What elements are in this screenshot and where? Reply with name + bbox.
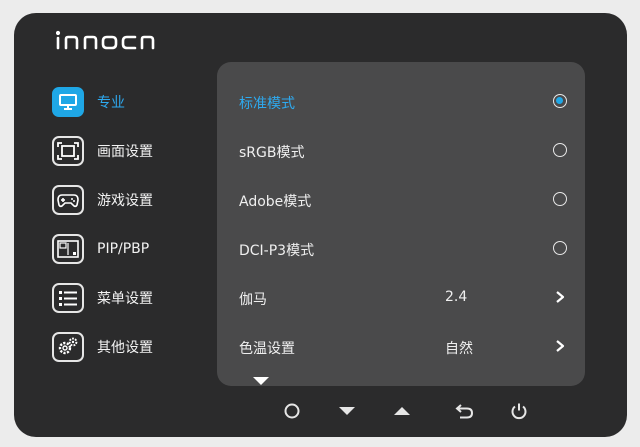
sidebar-item-other-settings[interactable]: 其他设置 [52, 330, 212, 364]
mode-dci-p3-row[interactable]: DCI-P3模式 [217, 233, 585, 263]
power-icon[interactable] [508, 400, 530, 422]
gears-icon [52, 332, 84, 362]
arrow-down-icon[interactable] [336, 400, 358, 422]
row-label: 伽马 [239, 292, 267, 308]
monitor-icon [52, 87, 84, 117]
mode-srgb-row[interactable]: sRGB模式 [217, 135, 585, 165]
sidebar-item-professional[interactable]: 专业 [52, 85, 212, 119]
sidebar-item-label: 其他设置 [97, 340, 153, 356]
triangle-down-icon[interactable] [252, 376, 270, 386]
mode-adobe-row[interactable]: Adobe模式 [217, 184, 585, 214]
chevron-right-icon [556, 291, 565, 303]
sidebar-item-label: 菜单设置 [97, 291, 153, 307]
screen-fit-icon [52, 136, 84, 166]
sidebar-item-label: 游戏设置 [97, 193, 153, 209]
sidebar-item-picture-settings[interactable]: 画面设置 [52, 134, 212, 168]
row-label: DCI-P3模式 [239, 243, 315, 259]
sidebar-item-menu-settings[interactable]: 菜单设置 [52, 281, 212, 315]
gamma-row[interactable]: 伽马 2.4 [217, 282, 585, 312]
pip-icon [52, 234, 84, 264]
color-temperature-row[interactable]: 色温设置 自然 [217, 331, 585, 361]
gamepad-icon [52, 185, 84, 215]
back-icon[interactable] [454, 400, 476, 422]
sidebar-item-label: 画面设置 [97, 144, 153, 160]
row-label: Adobe模式 [239, 194, 312, 210]
menu-list-icon [52, 283, 84, 313]
radio-button[interactable] [553, 143, 567, 157]
gamma-value: 2.4 [445, 289, 468, 305]
radio-button[interactable] [553, 192, 567, 206]
sidebar-item-label: 专业 [97, 95, 125, 111]
mode-standard-row[interactable]: 标准模式 [217, 86, 585, 116]
color-temperature-value: 自然 [445, 341, 473, 357]
sidebar-item-pip-pbp[interactable]: PIP/PBP [52, 232, 212, 266]
radio-button[interactable] [553, 241, 567, 255]
settings-panel: 标准模式 sRGB模式 Adobe模式 DCI-P3模式 伽马 2.4 色温设置… [217, 62, 585, 386]
power-circle-icon[interactable] [281, 400, 303, 422]
innocn-logo [56, 30, 155, 50]
radio-button[interactable] [553, 94, 567, 108]
sidebar-item-label: PIP/PBP [97, 241, 150, 257]
row-label: 色温设置 [239, 341, 295, 357]
row-label: sRGB模式 [239, 145, 305, 161]
arrow-up-icon[interactable] [391, 400, 413, 422]
row-label: 标准模式 [239, 96, 295, 112]
sidebar-item-game-settings[interactable]: 游戏设置 [52, 183, 212, 217]
chevron-right-icon [556, 340, 565, 352]
